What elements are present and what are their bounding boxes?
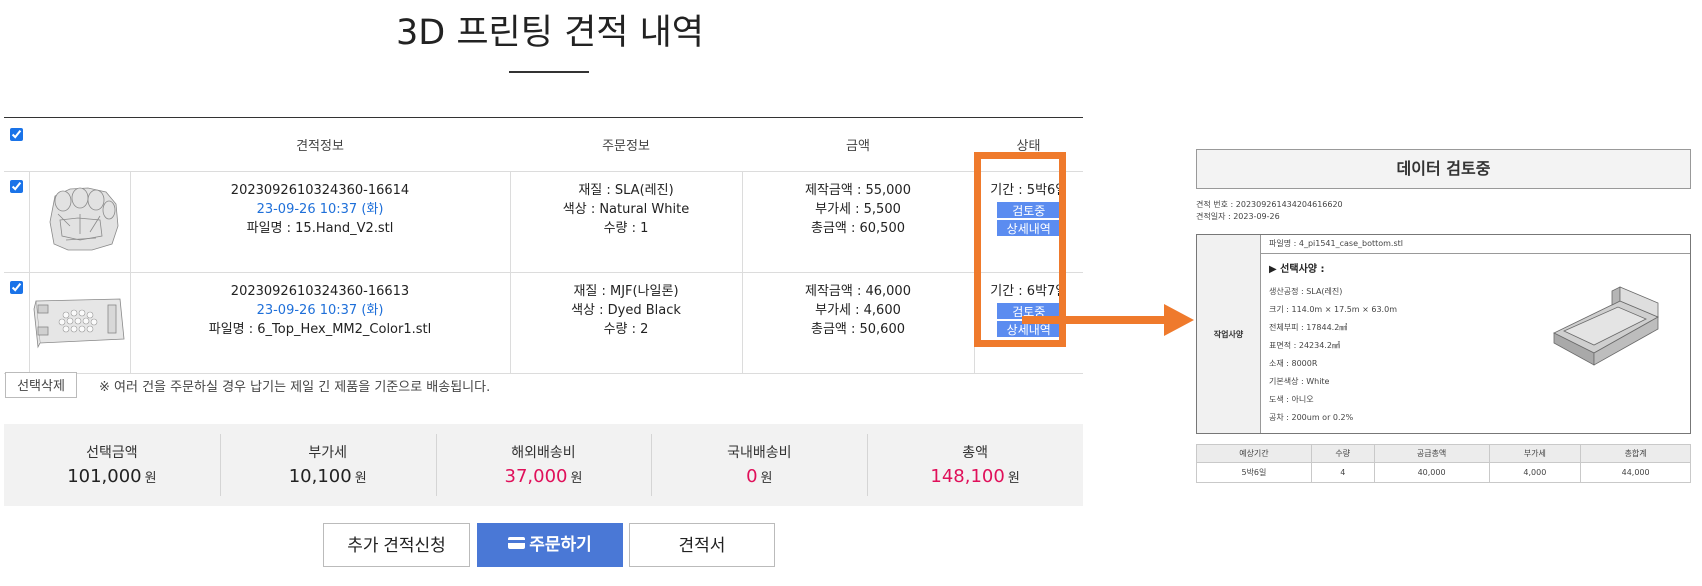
material: 재질 : MJF(나일론) (573, 284, 679, 299)
card-icon (508, 537, 526, 549)
select-all-cell (4, 118, 29, 172)
quote-date: 23-09-26 10:37 (화) (256, 202, 384, 217)
total-price: 총금액 : 60,500 (810, 221, 905, 236)
summary-vat: 부가세 10,100 원 (219, 424, 436, 506)
summary-overseas-shipping: 해외배송비 37,000 원 (435, 424, 652, 506)
row-checkbox[interactable] (10, 180, 23, 193)
hand-model-image (49, 187, 118, 251)
vat: 부가세 : 5,500 (815, 202, 901, 217)
table-row: 2023092610324360-16614 23-09-26 10:37 (화… (4, 171, 1083, 273)
file-name: 파일명 : 15.Hand_V2.stl (246, 221, 394, 236)
overseas-shipping-value: 37,000 (504, 466, 568, 487)
spec-item: 기본색상 : White (1269, 377, 1330, 386)
spec-item: 도색 : 아니오 (1269, 395, 1314, 404)
spec-item: 공차 : 200um or 0.2% (1269, 413, 1354, 422)
case-model-image (1553, 286, 1659, 366)
detail-panel-title: 데이터 검토중 (1196, 149, 1691, 189)
delete-selected-button[interactable]: 선택삭제 (5, 372, 77, 398)
arrow-head-icon (1164, 304, 1194, 336)
detail-meta: 견적 번호 : 20230926143420461662‌0 견적일자 : 20… (1196, 199, 1343, 223)
vat-value: 10,100 (288, 466, 352, 487)
quote-table: 견적정보 주문정보 금액 상태 2023092610324360-16614 2… (4, 117, 1083, 374)
summary-domestic-shipping: 국내배송비 0원 (651, 424, 867, 506)
spec-heading: ▶ 선택사양 : (1269, 264, 1325, 275)
selected-amount-value: 101,000 (67, 466, 142, 487)
arrow-shaft (1022, 316, 1164, 324)
total-value: 148,100 (930, 466, 1005, 487)
delivery-note: ※ 여러 건을 주문하실 경우 납기는 제일 긴 제품을 기준으로 배송됩니다. (99, 380, 491, 395)
quantity: 수량 : 1 (603, 221, 649, 236)
detail-spec-box: 작업사양 파일명 : 4_pi1541_case_bottom.stl ▶ 선택… (1196, 234, 1691, 434)
summary-selected-amount: 선택금액 101,000 원 (67, 445, 157, 487)
production-price: 제작금액 : 55,000 (805, 183, 911, 198)
header-amount: 금액 (742, 118, 974, 172)
price-summary: 선택금액 101,000 원 부가세 10,100 원 해외배송비 37,000 원 … (4, 424, 1083, 506)
quote-document-button[interactable]: 견적서 (629, 523, 775, 567)
summary-total: 총액 148,100 원 (867, 424, 1083, 506)
spec-file-name: 파일명 : 4_pi1541_case_bottom.stl (1261, 235, 1690, 254)
order-button[interactable]: 주문하기 (477, 523, 623, 567)
color: 색상 : Dyed Black (571, 303, 681, 318)
table-header-row: 견적정보 주문정보 금액 상태 (4, 118, 1083, 172)
detail-price-table: 예상기간 수량 공급총액 부가세 총합계 5박6일 4 40,000 4,000… (1196, 444, 1691, 483)
material: 재질 : SLA(레진) (578, 183, 674, 198)
quantity: 수량 : 2 (603, 322, 649, 337)
detail-quote-date: 견적일자 : 2023-09-26 (1196, 212, 1280, 221)
table-row: 2023092610324360-16613 23-09-26 10:37 (화… (4, 272, 1083, 374)
total-price: 총금액 : 50,600 (810, 322, 905, 337)
file-name: 파일명 : 6_Top_Hex_MM2_Color1.stl (208, 322, 432, 337)
domestic-shipping-value: 0 (746, 466, 758, 487)
page-title: 3D 프린팅 견적 내역 (396, 13, 704, 53)
spec-side-label: 작업사양 (1197, 235, 1261, 433)
price-row: 5박6일 4 40,000 4,000 44,000 (1196, 462, 1691, 483)
detail-quote-number: 견적 번호 : 20230926143420461662‌0 (1196, 200, 1343, 209)
title-divider (509, 71, 589, 73)
row-checkbox[interactable] (10, 281, 23, 294)
select-all-checkbox[interactable] (10, 128, 23, 141)
price-header-row: 예상기간 수량 공급총액 부가세 총합계 (1196, 444, 1691, 463)
quote-date: 23-09-26 10:37 (화) (256, 303, 384, 318)
model-thumbnail (28, 171, 130, 273)
color: 색상 : Natural White (562, 202, 690, 217)
add-quote-button[interactable]: 추가 견적신청 (323, 523, 470, 567)
header-quote-info: 견적정보 (130, 118, 510, 172)
hex-case-model-image (33, 298, 124, 349)
quote-number: 2023092610324360-16613 (230, 284, 410, 299)
vat: 부가세 : 4,600 (815, 303, 901, 318)
model-thumbnail (28, 272, 130, 374)
header-order-info: 주문정보 (510, 118, 742, 172)
quote-number: 2023092610324360-16614 (230, 183, 410, 198)
production-price: 제작금액 : 46,000 (805, 284, 911, 299)
